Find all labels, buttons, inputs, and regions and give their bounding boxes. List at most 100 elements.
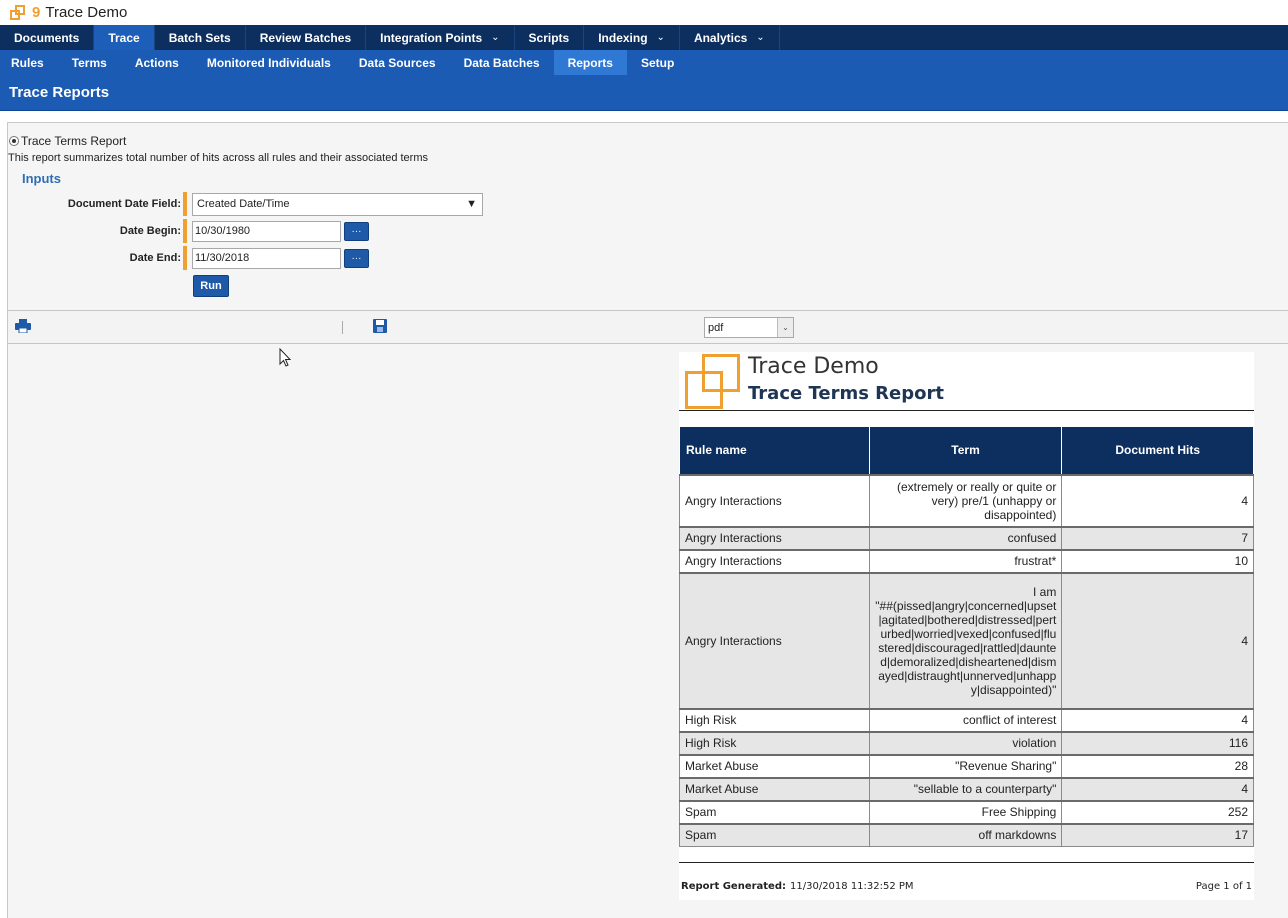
report-generated: Report Generated: 11/30/2018 11:32:52 PM (681, 881, 914, 892)
document-date-field-select[interactable]: Created Date/Time ▼ (192, 192, 483, 216)
subtab-rules[interactable]: Rules (0, 50, 58, 75)
report-name: Trace Terms Report (21, 134, 127, 148)
rule-cell: High Risk (679, 707, 870, 732)
tab-label: Integration Points (380, 30, 483, 45)
hits-cell: 4 (1061, 571, 1254, 709)
terms-report-table: Rule name Term Document Hits Angry Inter… (679, 426, 1254, 847)
rule-cell: Market Abuse (679, 753, 870, 778)
rule-cell: High Risk (679, 730, 870, 755)
rule-cell: Angry Interactions (679, 548, 870, 573)
rule-cell: Market Abuse (679, 776, 870, 801)
rule-cell: Angry Interactions (679, 525, 870, 550)
table-row: High Risk violation 116 (679, 730, 1254, 755)
required-indicator (183, 219, 187, 243)
hits-cell: 7 (1061, 525, 1254, 550)
column-header-rule-name: Rule name (679, 426, 870, 475)
document-date-field-label: Document Date Field: (67, 198, 181, 210)
report-generated-value: 11/30/2018 11:32:52 PM (790, 881, 914, 892)
term-text-line: I am (1033, 584, 1057, 599)
table-header-row: Rule name Term Document Hits (679, 426, 1254, 475)
document-date-field-value: Created Date/Time (197, 198, 290, 210)
document-title: Trace Demo (748, 354, 879, 379)
table-row: Market Abuse "sellable to a counterparty… (679, 776, 1254, 801)
chevron-down-icon: ⌄ (656, 32, 665, 43)
subtab-terms[interactable]: Terms (58, 50, 121, 75)
app-logo-icon (10, 4, 32, 22)
tab-review-batches[interactable]: Review Batches (246, 25, 367, 50)
print-icon[interactable] (15, 319, 31, 333)
report-radio[interactable] (9, 136, 19, 146)
tab-label: Trace (108, 30, 140, 45)
hits-cell: 17 (1061, 822, 1254, 847)
dropdown-arrow-icon: ▼ (466, 198, 477, 210)
export-format-select[interactable]: pdf ⌄ (704, 317, 794, 338)
tab-trace[interactable]: Trace (94, 25, 155, 50)
hits-cell: 252 (1061, 799, 1254, 824)
term-cell: conflict of interest (868, 707, 1063, 732)
export-format-value: pdf (708, 321, 724, 334)
term-cell: "Revenue Sharing" (868, 753, 1063, 778)
app-title: Trace Demo (45, 4, 128, 21)
term-cell: frustrat* (868, 548, 1063, 573)
term-cell: I am "##(pissed|angry|concerned|upset|ag… (868, 571, 1063, 709)
date-begin-picker-button[interactable]: ··· (344, 221, 369, 241)
header-divider (679, 410, 1254, 411)
date-end-input[interactable]: 11/30/2018 (192, 247, 341, 269)
report-option[interactable]: Trace Terms Report (8, 134, 126, 148)
date-end-row: Date End: 11/30/2018 ··· (8, 246, 369, 270)
tab-analytics[interactable]: Analytics ⌄ (680, 25, 780, 50)
rule-cell: Angry Interactions (679, 473, 870, 527)
rule-cell: Spam (679, 822, 870, 847)
chevron-down-icon: ⌄ (777, 318, 793, 337)
subtab-monitored-individuals[interactable]: Monitored Individuals (193, 50, 345, 75)
inputs-heading: Inputs (22, 171, 61, 186)
page-number: Page 1 of 1 (1195, 881, 1252, 892)
primary-nav: Documents Trace Batch Sets Review Batche… (0, 25, 1288, 50)
table-row: Angry Interactions (extremely or really … (679, 473, 1254, 527)
report-document: Trace Demo Trace Terms Report Rule name … (679, 352, 1254, 900)
subtab-setup[interactable]: Setup (627, 50, 688, 75)
term-cell: off markdowns (868, 822, 1063, 847)
table-row: Angry Interactions frustrat* 10 (679, 548, 1254, 573)
term-cell: "sellable to a counterparty" (868, 776, 1063, 801)
date-begin-row: Date Begin: 10/30/1980 ··· (8, 219, 369, 243)
tab-label: Batch Sets (168, 30, 231, 45)
tab-documents[interactable]: Documents (0, 25, 95, 50)
subtab-reports[interactable]: Reports (553, 50, 627, 75)
subtab-data-batches[interactable]: Data Batches (450, 50, 554, 75)
hits-cell: 4 (1061, 473, 1254, 527)
save-icon[interactable] (373, 319, 387, 333)
date-begin-input[interactable]: 10/30/1980 (192, 220, 341, 242)
page-title: Trace Reports (0, 75, 1288, 111)
title-bar: 9 Trace Demo (0, 0, 1288, 25)
hits-cell: 10 (1061, 548, 1254, 573)
tab-label: Documents (14, 30, 80, 45)
subtab-data-sources[interactable]: Data Sources (345, 50, 450, 75)
mouse-cursor-icon (279, 348, 292, 367)
tab-label: Indexing (598, 30, 648, 45)
date-begin-label: Date Begin: (119, 225, 181, 237)
rule-cell: Spam (679, 799, 870, 824)
required-indicator (183, 246, 187, 270)
hits-cell: 116 (1061, 730, 1254, 755)
subtab-actions[interactable]: Actions (121, 50, 193, 75)
tab-indexing[interactable]: Indexing ⌄ (584, 25, 680, 50)
date-end-picker-button[interactable]: ··· (344, 248, 369, 268)
run-button[interactable]: Run (193, 275, 229, 297)
chevron-down-icon: ⌄ (756, 32, 765, 43)
document-subtitle: Trace Terms Report (748, 383, 944, 404)
term-cell: Free Shipping (868, 799, 1063, 824)
tab-scripts[interactable]: Scripts (515, 25, 585, 50)
hits-cell: 4 (1061, 776, 1254, 801)
report-toolbar: pdf ⌄ (8, 310, 1288, 344)
tab-label: Scripts (528, 30, 570, 45)
tab-label: Review Batches (259, 30, 352, 45)
term-text-pattern: "##(pissed|angry|concerned|upset|agitate… (875, 598, 1057, 697)
table-row: Spam off markdowns 17 (679, 822, 1254, 847)
term-cell: confused (868, 525, 1063, 550)
report-description: This report summarizes total number of h… (8, 152, 428, 164)
tab-batch-sets[interactable]: Batch Sets (155, 25, 246, 50)
report-generated-label: Report Generated: (681, 881, 786, 892)
tab-integration-points[interactable]: Integration Points ⌄ (366, 25, 515, 50)
term-cell: (extremely or really or quite or very) p… (868, 473, 1063, 527)
